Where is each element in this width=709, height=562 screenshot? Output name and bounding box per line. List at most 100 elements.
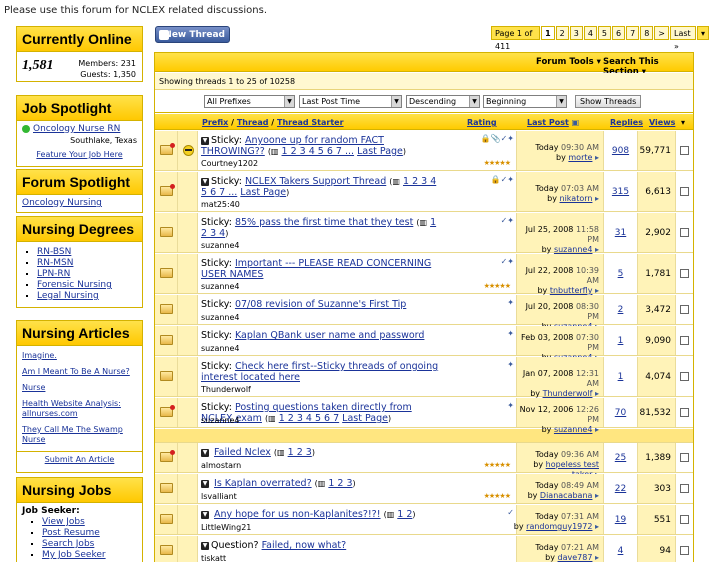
replies-count-link[interactable]: 1 bbox=[604, 336, 637, 346]
thread-checkbox[interactable] bbox=[680, 408, 689, 417]
replies-count-link[interactable]: 908 bbox=[604, 146, 637, 156]
my-job-seeker-link[interactable]: My Job Seeker bbox=[42, 550, 106, 560]
last-post-user-link[interactable]: randomguy1972 bbox=[526, 522, 592, 531]
table-row[interactable]: ▼ Sticky: NCLEX Takers Support Thread (▥ … bbox=[155, 172, 693, 212]
thread-pages-link[interactable]: 1 2 3 4 5 6 7 ... bbox=[282, 146, 355, 157]
list-item[interactable]: RN-BSN bbox=[37, 247, 142, 258]
thread-checkbox[interactable] bbox=[680, 305, 689, 314]
article-link[interactable]: Nurse bbox=[22, 383, 137, 393]
replies-count-link[interactable]: 2 bbox=[604, 305, 637, 315]
page-link[interactable]: 4 bbox=[583, 26, 597, 40]
new-thread-button[interactable]: New Thread bbox=[155, 26, 230, 43]
list-item[interactable]: RN-MSN bbox=[37, 258, 142, 269]
select-all-icon[interactable]: ▾ bbox=[681, 118, 685, 127]
article-link[interactable]: Health Website Analysis: allnurses.com bbox=[22, 399, 137, 419]
thread-checkbox[interactable] bbox=[680, 515, 689, 524]
page-link[interactable]: 5 bbox=[597, 26, 612, 40]
thread-last-page-link[interactable]: Last Page bbox=[342, 413, 388, 424]
last-post-column-link[interactable]: Last Post bbox=[527, 118, 569, 127]
degree-link[interactable]: RN-BSN bbox=[37, 247, 71, 257]
replies-count-link[interactable]: 1 bbox=[604, 372, 637, 382]
table-row[interactable]: ▼ Sticky: Anyoone up for random FACT THRO… bbox=[155, 131, 693, 171]
thread-checkbox[interactable] bbox=[680, 269, 689, 278]
forum-spotlight-link[interactable]: Oncology Nursing bbox=[22, 198, 102, 208]
list-item[interactable]: My Job Seeker bbox=[42, 550, 137, 561]
thread-starter[interactable]: lsvalliant bbox=[201, 492, 237, 501]
last-page-link[interactable]: Last » bbox=[670, 26, 696, 51]
go-to-last-post-icon[interactable]: ▸ bbox=[595, 194, 599, 203]
thread-title-link[interactable]: 07/08 revision of Suzanne's First Tip bbox=[235, 299, 406, 310]
list-item[interactable]: Search Jobs bbox=[42, 539, 137, 550]
list-item[interactable]: LPN-RN bbox=[37, 269, 142, 280]
page-link[interactable]: 7 bbox=[626, 26, 640, 40]
thread-last-page-link[interactable]: Last Page bbox=[240, 187, 286, 198]
replies-count-link[interactable]: 4 bbox=[604, 546, 637, 556]
replies-count-link[interactable]: 315 bbox=[604, 187, 637, 197]
starter-column-link[interactable]: Thread Starter bbox=[277, 118, 344, 127]
replies-count-link[interactable]: 19 bbox=[604, 515, 637, 525]
thread-pages-link[interactable]: 1 2 3 bbox=[288, 447, 312, 458]
list-item[interactable]: View Jobs bbox=[42, 517, 137, 528]
thread-checkbox[interactable] bbox=[680, 187, 689, 196]
last-post-user-link[interactable]: Thunderwolf bbox=[543, 389, 593, 398]
replies-count-link[interactable]: 70 bbox=[604, 408, 637, 418]
last-post-user-link[interactable]: tnbutterfly bbox=[550, 286, 593, 295]
table-row[interactable]: Sticky: 85% pass the first time that the… bbox=[155, 213, 693, 254]
last-post-user-link[interactable]: nikatorn bbox=[560, 194, 593, 203]
thread-starter[interactable]: Courtney1202 bbox=[201, 159, 258, 168]
thread-starter[interactable]: suzanne4 bbox=[201, 241, 240, 250]
thread-checkbox[interactable] bbox=[680, 546, 689, 555]
thread-starter[interactable]: mat25:40 bbox=[201, 200, 240, 209]
thread-title-link[interactable]: Important --- PLEASE READ CONCERNING USE… bbox=[201, 258, 431, 280]
search-jobs-link[interactable]: Search Jobs bbox=[42, 539, 94, 549]
prefix-column-link[interactable]: Prefix bbox=[202, 118, 228, 127]
thread-checkbox[interactable] bbox=[680, 146, 689, 155]
replies-column-link[interactable]: Replies bbox=[610, 118, 643, 127]
page-jump-icon[interactable]: ▾ bbox=[696, 26, 709, 40]
date-range-select[interactable]: Beginning ▼ bbox=[483, 95, 567, 108]
table-row[interactable]: Sticky: 07/08 revision of Suzanne's Firs… bbox=[155, 295, 693, 331]
thread-title-link[interactable]: Any hope for us non-Kaplanites?!?! bbox=[214, 509, 381, 520]
replies-count-link[interactable]: 5 bbox=[604, 269, 637, 279]
view-jobs-link[interactable]: View Jobs bbox=[42, 517, 85, 527]
thread-starter[interactable]: suzanne4 bbox=[201, 416, 240, 425]
thread-title-link[interactable]: Check here first--Sticky threads of ongo… bbox=[201, 361, 438, 383]
replies-count-link[interactable]: 22 bbox=[604, 484, 637, 494]
submit-article-link[interactable]: Submit An Article bbox=[45, 455, 115, 464]
show-threads-button[interactable]: Show Threads bbox=[575, 95, 642, 108]
thread-column-link[interactable]: Thread bbox=[237, 118, 269, 127]
page-link[interactable]: 8 bbox=[640, 26, 654, 40]
table-row[interactable]: ▼ Is Kaplan overrated? (▥ 1 2 3) lsvallia… bbox=[155, 474, 693, 504]
thread-pages-link[interactable]: 1 2 3 bbox=[328, 478, 352, 489]
order-select[interactable]: Descending ▼ bbox=[406, 95, 480, 108]
prefix-select[interactable]: All Prefixes ▼ bbox=[204, 95, 295, 108]
go-to-first-unread-icon[interactable]: ▼ bbox=[201, 136, 209, 145]
page-link[interactable]: 3 bbox=[569, 26, 583, 40]
go-to-last-post-icon[interactable]: ▸ bbox=[595, 425, 599, 434]
table-row[interactable]: Sticky: Kaplan QBank user name and passw… bbox=[155, 326, 693, 362]
thread-title-link[interactable]: Failed, now what? bbox=[262, 540, 347, 551]
post-resume-link[interactable]: Post Resume bbox=[42, 528, 100, 538]
feature-job-link[interactable]: Feature Your Job Here bbox=[36, 150, 122, 159]
go-to-last-post-icon[interactable]: ▸ bbox=[595, 389, 599, 398]
go-to-last-post-icon[interactable]: ▸ bbox=[595, 491, 599, 500]
thread-starter[interactable]: LittleWing21 bbox=[201, 523, 251, 532]
go-to-last-post-icon[interactable]: ▸ bbox=[595, 553, 599, 562]
thread-title-link[interactable]: Is Kaplan overrated? bbox=[214, 478, 312, 489]
thread-starter[interactable]: tiskatt bbox=[201, 554, 226, 562]
table-row[interactable]: Sticky: Important --- PLEASE READ CONCER… bbox=[155, 254, 693, 295]
table-row[interactable]: Sticky: Check here first--Sticky threads… bbox=[155, 357, 693, 398]
thread-title-link[interactable]: 85% pass the first time that they test bbox=[235, 217, 413, 228]
go-to-first-unread-icon[interactable]: ▼ bbox=[201, 177, 209, 186]
table-row[interactable]: ▼ Failed Nclex (▥ 1 2 3) almostarn ★★★★★ To… bbox=[155, 443, 693, 479]
replies-count-link[interactable]: 25 bbox=[604, 453, 637, 463]
thread-starter[interactable]: suzanne4 bbox=[201, 344, 240, 353]
page-link[interactable]: 1 bbox=[541, 26, 555, 40]
go-to-first-unread-icon[interactable]: ▼ bbox=[201, 510, 209, 519]
list-item[interactable]: Forensic Nursing bbox=[37, 280, 142, 291]
thread-title-link[interactable]: NCLEX Takers Support Thread bbox=[245, 176, 386, 187]
table-row[interactable]: Sticky: Posting questions taken directly… bbox=[155, 398, 693, 434]
sort-select[interactable]: Last Post Time ▼ bbox=[299, 95, 402, 108]
go-to-first-unread-icon[interactable]: ▼ bbox=[201, 479, 209, 488]
last-post-user-link[interactable]: Dianacabana bbox=[540, 491, 593, 500]
